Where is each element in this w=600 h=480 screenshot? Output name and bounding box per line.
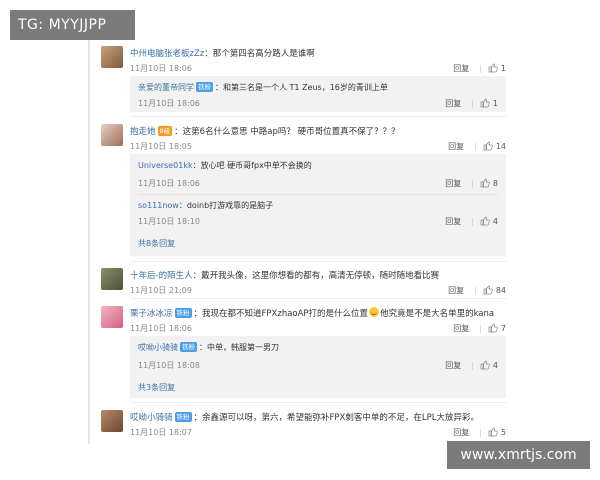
comment-text: ：我现在都不知道FPXzhaoAP打的是什么位置 [193, 309, 369, 319]
like-count: 14 [495, 142, 506, 151]
comment-time: 11月10日 18:06 [130, 324, 192, 333]
avatar[interactable] [101, 268, 123, 290]
avatar[interactable] [101, 124, 123, 146]
reply-button[interactable]: 回复 [448, 286, 464, 295]
reply-thread: 亲爱的董帝同学 铁粉 ：和第三名是一个人 T1 Zeus，16岁的青训上单 11月1… [130, 76, 506, 112]
reply-actions: 回复 | 4 [445, 216, 498, 226]
more-replies-link[interactable]: 共8条回复 [138, 238, 175, 249]
reply-button[interactable]: 回复 [445, 217, 461, 226]
comment-username[interactable]: 抱走她 [130, 127, 156, 137]
like-count: 5 [500, 428, 506, 437]
like-count: 4 [492, 217, 498, 226]
reply-username[interactable]: 哎呦小骑骑 [138, 343, 178, 352]
reply-button[interactable]: 回复 [453, 428, 469, 437]
comment-actions: 回复 | 5 [453, 427, 506, 437]
like-icon[interactable] [480, 216, 490, 226]
avatar[interactable] [101, 46, 123, 68]
reply-text: ：doinb打游戏靠的是脑子 [178, 201, 274, 210]
like-icon[interactable] [483, 141, 493, 151]
comment-item: 抱走她 8级 ：这第6名什么意思 中路ap吗？ 硬币哥位置真不保了？？？ 11月10… [88, 120, 514, 154]
comment-username[interactable]: 中州电脑张老板zZz [130, 49, 204, 59]
comment-item: 十年后-的陌生人：戴开我头像，这里你想看的都有，高清无停顿，随时随地看比赛 11… [88, 264, 514, 298]
comment-item: 哎呦小骑骑 铁粉 ：余鑫源可以呀，第六，希望能弥补FPX刺客中单的不足，在LPL大放… [88, 406, 514, 440]
divider [130, 261, 506, 262]
reply-text: ：中单，韩服第一男刀 [199, 343, 279, 352]
comment-time: 11月10日 18:05 [130, 142, 192, 151]
reply-thread: Universe01kk：放心吧 硬币哥fpx中单不会换的 11月10日 18:… [130, 154, 506, 256]
reply-time: 11月10日 18:06 [138, 179, 200, 188]
comment-text: ：这第6名什么意思 中路ap吗？ 硬币哥位置真不保了？？？ [174, 127, 400, 137]
fan-badge: 铁粉 [174, 308, 192, 318]
laugh-emoji-icon [369, 307, 380, 317]
comment-panel: 中州电脑张老板zZz：那个第四名高分路人是谁啊 11月10日 18:06 回复 |… [88, 36, 514, 444]
divider [130, 402, 506, 403]
like-count: 7 [500, 324, 506, 333]
like-icon[interactable] [483, 285, 493, 295]
level-badge: 8级 [157, 126, 173, 136]
comment-username[interactable]: 栗子冰冰凉 [130, 309, 173, 319]
like-count: 8 [492, 179, 498, 188]
comment-actions: 回复 | 14 [448, 141, 506, 151]
like-icon[interactable] [480, 178, 490, 188]
watermark-bottom: www.xmrtjs.com [447, 441, 590, 469]
comment-text: ：那个第四名高分路人是谁啊 [204, 49, 315, 59]
avatar[interactable] [101, 306, 123, 328]
reply-username[interactable]: Universe01kk [138, 161, 193, 170]
divider [130, 298, 506, 299]
reply-button[interactable]: 回复 [445, 179, 461, 188]
comment-time: 11月10日 21:09 [130, 286, 192, 295]
like-count: 1 [500, 64, 506, 73]
comment-actions: 回复 | 1 [453, 63, 506, 73]
reply-text: ：放心吧 硬币哥fpx中单不会换的 [192, 161, 312, 170]
like-count: 4 [492, 361, 498, 370]
comment-actions: 回复 | 7 [453, 323, 506, 333]
like-icon[interactable] [480, 360, 490, 370]
comment-text: ：戴开我头像，这里你想看的都有，高清无停顿，随时随地看比赛 [192, 271, 440, 281]
reply-username[interactable]: 亲爱的董帝同学 [138, 83, 194, 92]
like-icon[interactable] [488, 323, 498, 333]
reply-time: 11月10日 18:10 [138, 217, 200, 226]
divider [130, 116, 506, 117]
comment-time: 11月10日 18:06 [130, 64, 192, 73]
like-icon[interactable] [480, 98, 490, 108]
reply-button[interactable]: 回复 [453, 324, 469, 333]
fan-badge: 铁粉 [196, 82, 213, 92]
avatar[interactable] [101, 410, 123, 432]
comment-item: 栗子冰冰凉 铁粉 ：我现在都不知道FPXzhaoAP打的是什么位置 他究竟是不是大名单… [88, 302, 514, 336]
like-count: 1 [492, 99, 498, 108]
reply-time: 11月10日 18:06 [138, 99, 200, 108]
reply-button[interactable]: 回复 [445, 361, 461, 370]
comment-username[interactable]: 哎呦小骑骑 [130, 413, 173, 423]
reply-actions: 回复 | 1 [445, 98, 498, 108]
reply-button[interactable]: 回复 [445, 99, 461, 108]
comment-text: ：余鑫源可以呀，第六，希望能弥补FPX刺客中单的不足，在LPL大放异彩。 [193, 413, 479, 423]
like-icon[interactable] [488, 427, 498, 437]
reply-actions: 回复 | 8 [445, 178, 498, 188]
comment-item: 中州电脑张老板zZz：那个第四名高分路人是谁啊 11月10日 18:06 回复 |… [88, 42, 514, 76]
comment-time: 11月10日 18:07 [130, 428, 192, 437]
reply-thread: 哎呦小骑骑 铁粉 ：中单，韩服第一男刀 11月10日 18:08 回复 | 4 共3条回… [130, 336, 506, 398]
fan-badge: 铁粉 [174, 412, 192, 422]
comment-username[interactable]: 十年后-的陌生人 [130, 271, 193, 281]
like-icon[interactable] [488, 63, 498, 73]
divider [138, 194, 498, 195]
reply-username[interactable]: so111now [138, 201, 179, 210]
reply-time: 11月10日 18:08 [138, 361, 200, 370]
fan-badge: 铁粉 [180, 342, 197, 352]
reply-text: ：和第三名是一个人 T1 Zeus，16岁的青训上单 [215, 83, 388, 92]
reply-button[interactable]: 回复 [448, 142, 464, 151]
reply-actions: 回复 | 4 [445, 360, 498, 370]
comment-actions: 回复 | 84 [448, 285, 506, 295]
comment-text-continued: 他究竟是不是大名单里的kana [380, 309, 495, 319]
more-replies-link[interactable]: 共3条回复 [138, 382, 175, 393]
watermark-top: TG: MYYJJPP [10, 10, 135, 40]
reply-button[interactable]: 回复 [453, 64, 469, 73]
like-count: 84 [495, 286, 506, 295]
